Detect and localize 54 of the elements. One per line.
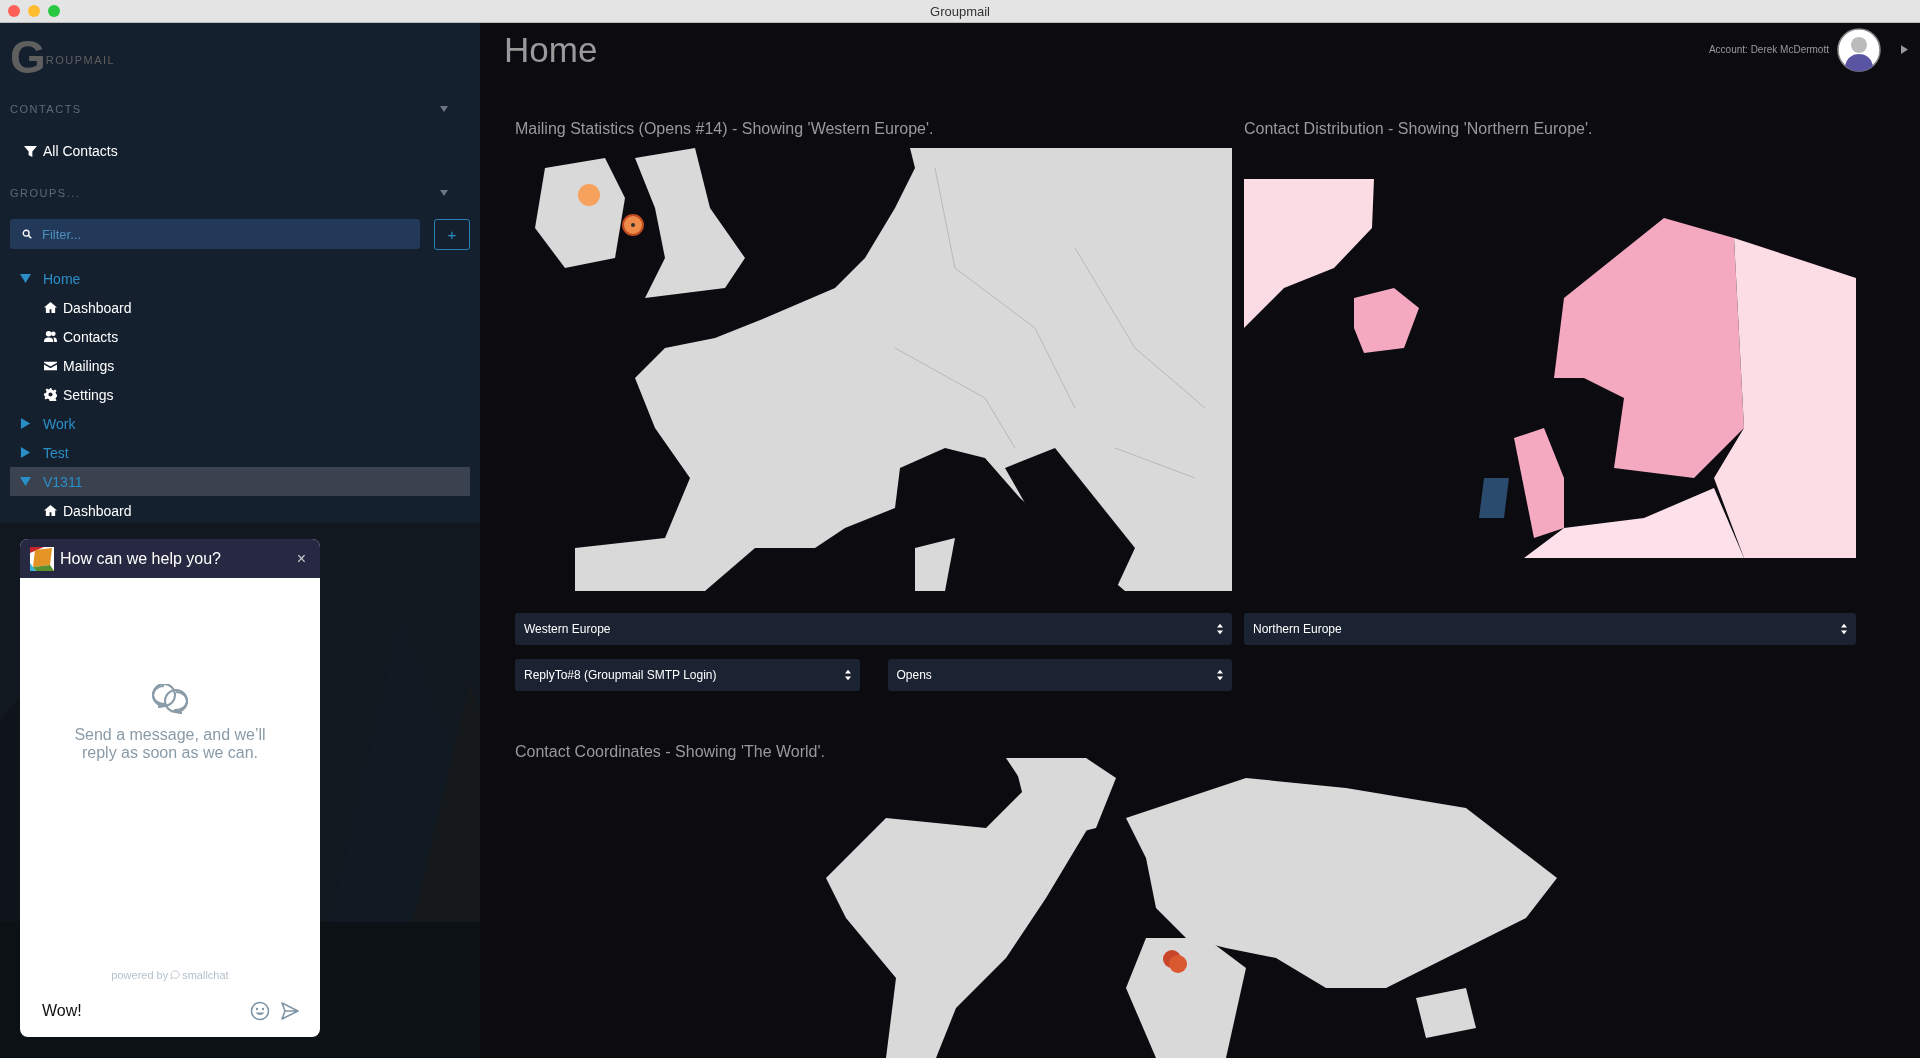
envelope-icon bbox=[44, 359, 57, 372]
gear-icon bbox=[44, 388, 57, 401]
chart-title: Mailing Statistics (Opens #14) - Showing 'Western Europe'. bbox=[515, 119, 935, 139]
send-icon[interactable] bbox=[280, 1001, 300, 1021]
page-title: Home bbox=[504, 29, 598, 70]
expanded-triangle-icon bbox=[20, 273, 31, 284]
chat-message: Send a message, and we’ll reply as soon as we can. bbox=[73, 726, 267, 762]
search-icon bbox=[22, 229, 32, 239]
speech-bubble-icon bbox=[170, 970, 181, 980]
tree-item[interactable]: Settings bbox=[10, 380, 120, 409]
window-title: Groupmail bbox=[930, 3, 990, 19]
tree-item[interactable]: Work bbox=[10, 409, 470, 438]
sort-arrows-icon bbox=[1217, 622, 1223, 635]
sort-arrows-icon bbox=[1841, 622, 1847, 635]
caret-icon[interactable] bbox=[440, 190, 448, 196]
zoom-window-button[interactable] bbox=[48, 5, 60, 17]
dropdown[interactable]: Western Europe bbox=[515, 612, 1232, 645]
account-name: Account: Derek McDermott bbox=[1708, 44, 1829, 56]
home-icon bbox=[44, 301, 57, 314]
caret-icon[interactable] bbox=[1901, 45, 1908, 55]
section-header: GROUPS... bbox=[10, 187, 81, 199]
sort-arrows-icon bbox=[1217, 668, 1223, 681]
dropdown[interactable]: ReplyTo#8 (Groupmail SMTP Login) bbox=[515, 658, 860, 691]
dropdown[interactable]: Opens bbox=[887, 658, 1232, 691]
section-header: CONTACTS bbox=[10, 103, 82, 115]
filter-field[interactable]: Filter... bbox=[10, 219, 420, 249]
tree-item[interactable]: Mailings bbox=[10, 351, 121, 380]
tree-item[interactable]: Test bbox=[10, 438, 470, 467]
expanded-triangle-icon bbox=[20, 476, 31, 487]
add-button[interactable]: + bbox=[434, 219, 470, 250]
home-icon bbox=[44, 504, 57, 517]
tree-item[interactable]: Home bbox=[10, 264, 470, 293]
contact-filter[interactable]: All Contacts bbox=[20, 141, 122, 161]
filter-icon bbox=[24, 144, 37, 158]
smiley-icon[interactable] bbox=[250, 1001, 270, 1021]
chat-bubbles-icon bbox=[150, 684, 190, 714]
caret-icon[interactable] bbox=[440, 106, 448, 112]
close-window-button[interactable] bbox=[8, 5, 20, 17]
dropdown[interactable]: Northern Europe bbox=[1244, 612, 1856, 645]
tree-item[interactable]: Contacts bbox=[10, 322, 125, 351]
brand-name: smallchat bbox=[182, 969, 229, 981]
app-logo-icon bbox=[30, 546, 54, 571]
chat-title: How can we help you? bbox=[60, 549, 222, 568]
people-icon bbox=[44, 330, 57, 343]
collapsed-triangle-icon bbox=[20, 447, 31, 458]
close-button[interactable]: × bbox=[292, 549, 310, 568]
tree-item[interactable]: Dashboard bbox=[10, 496, 138, 525]
chart-title: Contact Distribution - Showing 'Northern Europe'. bbox=[1244, 119, 1594, 139]
powered-by-text: powered by bbox=[111, 969, 169, 981]
collapsed-triangle-icon bbox=[20, 418, 31, 429]
avatar-icon[interactable] bbox=[1837, 27, 1881, 72]
sort-arrows-icon bbox=[844, 668, 851, 681]
tree-item[interactable]: Dashboard bbox=[10, 293, 138, 322]
chart-title: Contact Coordinates - Showing 'The World'. bbox=[515, 742, 826, 762]
